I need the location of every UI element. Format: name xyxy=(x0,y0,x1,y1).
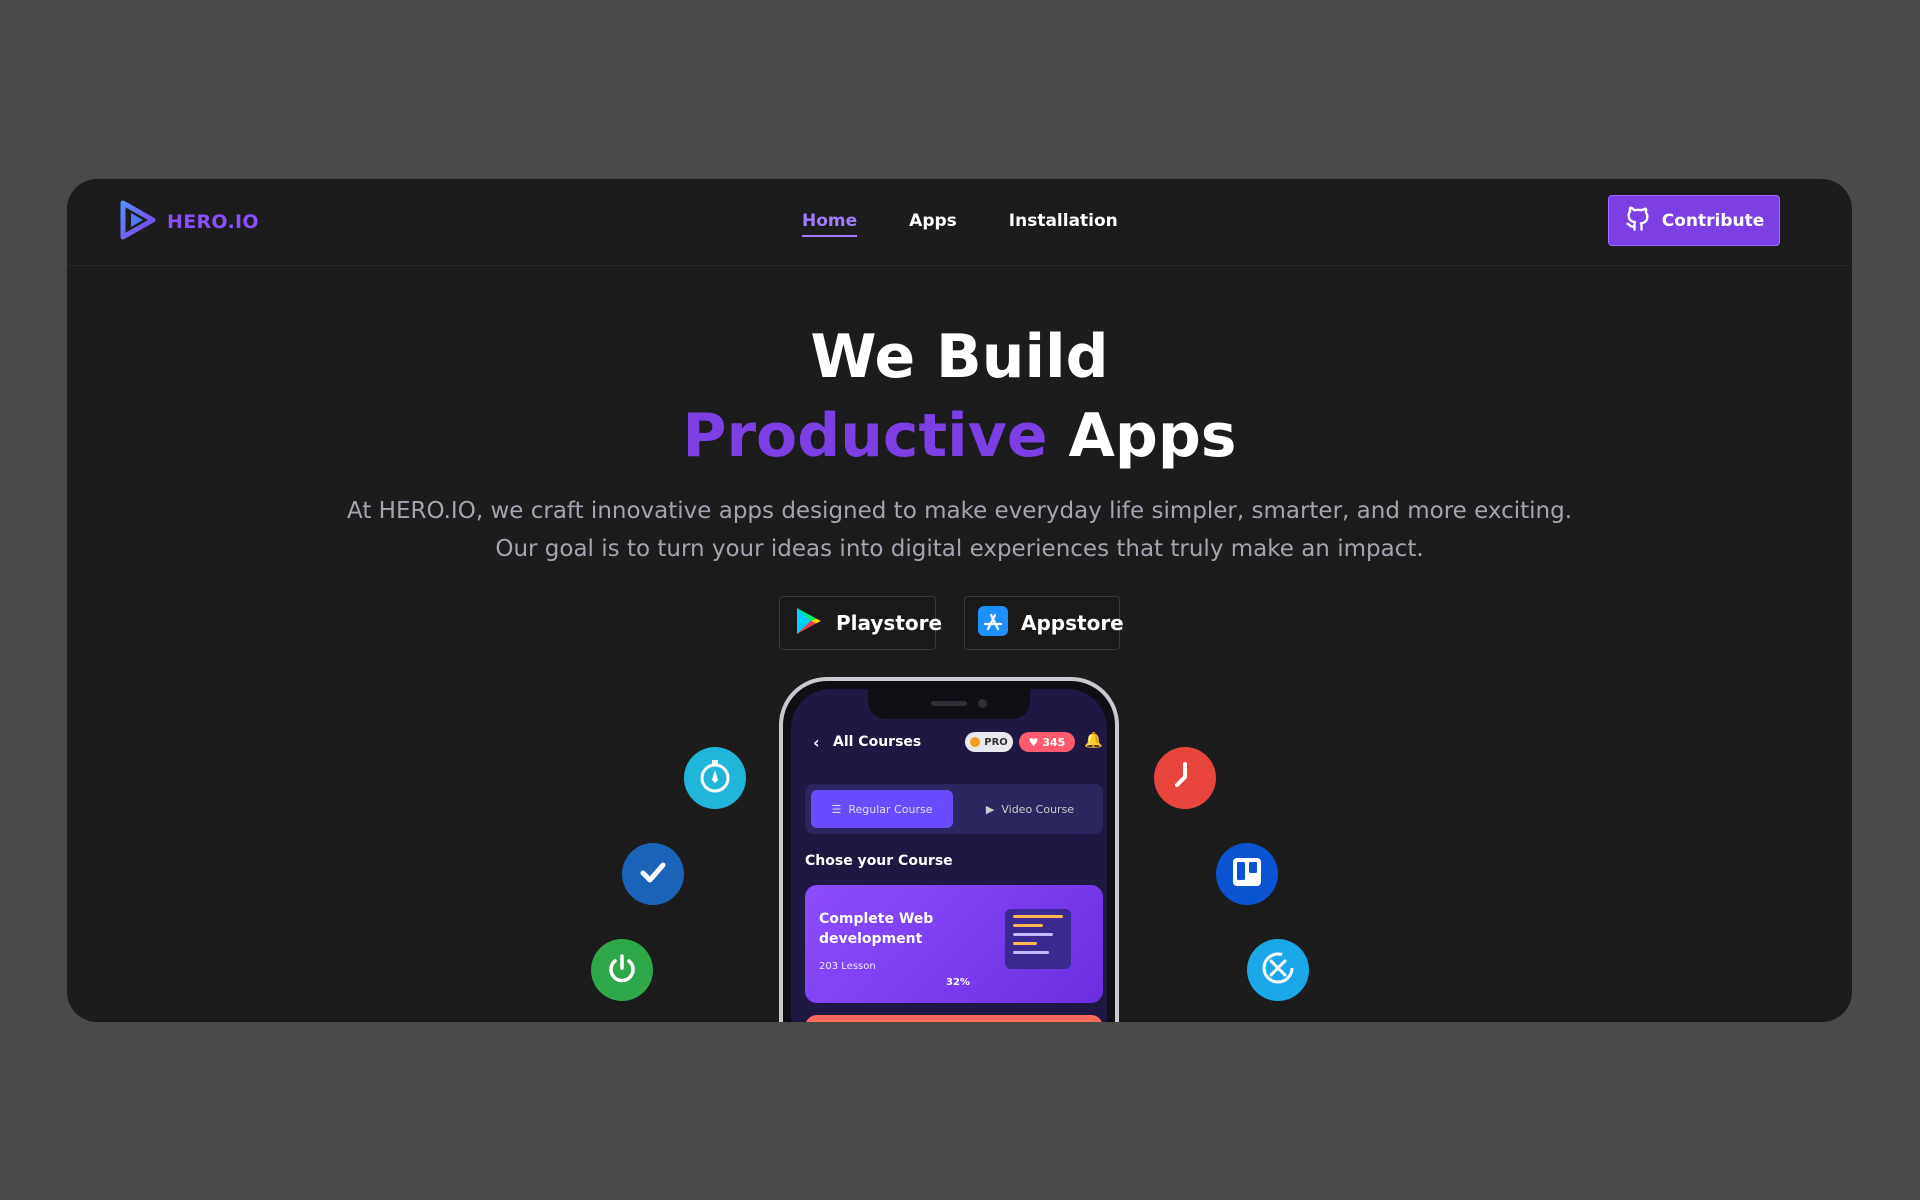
tab-regular-course[interactable]: ☰ Regular Course xyxy=(811,790,953,828)
tab-regular-label: Regular Course xyxy=(848,802,933,816)
trello-app-icon[interactable] xyxy=(1216,843,1278,905)
clock-app-icon[interactable] xyxy=(1154,747,1216,809)
clock-icon xyxy=(1165,756,1205,800)
contribute-button[interactable]: Contribute xyxy=(1608,195,1780,246)
timer-app-icon[interactable] xyxy=(1247,939,1309,1001)
github-icon xyxy=(1624,204,1662,237)
heart-icon: ♥ xyxy=(1028,735,1043,749)
appstore-button[interactable]: Appstore xyxy=(964,596,1124,650)
back-arrow-icon[interactable]: ‹ xyxy=(813,733,820,752)
app-store-icon xyxy=(977,605,1021,642)
stopwatch-app-icon[interactable] xyxy=(684,747,746,809)
bell-icon[interactable]: 🔔 xyxy=(1084,731,1103,749)
course-card[interactable]: Complete Web development 203 Lesson 32% xyxy=(805,885,1103,1003)
phone-header-title: All Courses xyxy=(833,734,922,750)
front-camera xyxy=(978,699,987,708)
brand-logo[interactable]: HERO.IO xyxy=(117,199,259,245)
tab-video-label: Video Course xyxy=(1001,802,1075,816)
choose-course-heading: Chose your Course xyxy=(805,853,953,869)
hero-title-line1: We Build xyxy=(810,322,1109,392)
nav-installation-link[interactable]: Installation xyxy=(1009,211,1118,237)
play-circle-icon: ▶ xyxy=(985,802,1002,816)
power-app-icon[interactable] xyxy=(591,939,653,1001)
app-window: HERO.IO Home Apps Installation Contribut… xyxy=(67,179,1852,1022)
list-icon: ☰ xyxy=(831,802,849,816)
speaker-grille xyxy=(931,701,967,706)
playstore-label: Playstore xyxy=(836,611,943,635)
course-progress: 32% xyxy=(946,977,970,988)
navbar: HERO.IO Home Apps Installation Contribut… xyxy=(67,179,1852,266)
code-illustration xyxy=(1005,909,1071,969)
check-icon xyxy=(633,852,673,896)
main-menu: Home Apps Installation xyxy=(802,211,1170,237)
hearts-badge: ♥ 345 xyxy=(1019,732,1075,752)
phone-screen: ‹ All Courses PRO ♥ 345 🔔 ☰ Regular Cour… xyxy=(791,689,1107,1022)
phone-notch xyxy=(868,689,1030,719)
play-triangle-logo-icon xyxy=(117,199,157,245)
coin-icon xyxy=(970,737,981,747)
hero-title-rest: Apps xyxy=(1068,401,1237,471)
course-title-line1: Complete Web xyxy=(819,911,934,927)
pro-badge: PRO xyxy=(965,732,1013,752)
nav-home-link[interactable]: Home xyxy=(802,211,858,237)
stopwatch-icon xyxy=(695,756,735,800)
hero-title-highlight: Productive xyxy=(682,401,1048,471)
course-title-line2: development xyxy=(819,931,923,947)
google-play-icon xyxy=(792,605,836,642)
power-icon xyxy=(602,948,642,992)
nav-apps-link[interactable]: Apps xyxy=(909,211,957,237)
course-card-2[interactable] xyxy=(805,1015,1103,1022)
timer-icon xyxy=(1258,948,1298,992)
contribute-label: Contribute xyxy=(1661,210,1765,231)
tab-video-course[interactable]: ▶ Video Course xyxy=(965,790,1095,828)
hearts-count: 345 xyxy=(1042,735,1066,749)
pro-label: PRO xyxy=(984,736,1008,748)
trello-icon xyxy=(1227,852,1267,896)
brand-name: HERO.IO xyxy=(167,211,259,233)
appstore-label: Appstore xyxy=(1021,611,1124,635)
hero-title-line2: Productive Apps xyxy=(67,401,1852,471)
course-tabs: ☰ Regular Course ▶ Video Course xyxy=(805,784,1103,834)
course-title: Complete Web development xyxy=(819,909,933,949)
course-lessons: 203 Lesson xyxy=(819,961,876,972)
hero-subtitle-line1: At HERO.IO, we craft innovative apps des… xyxy=(346,498,1573,524)
playstore-button[interactable]: Playstore xyxy=(779,596,942,650)
phone-mockup: ‹ All Courses PRO ♥ 345 🔔 ☰ Regular Cour… xyxy=(779,677,1119,1022)
hero-subtitle-line2: Our goal is to turn your ideas into digi… xyxy=(495,536,1424,562)
todo-app-icon[interactable] xyxy=(622,843,684,905)
